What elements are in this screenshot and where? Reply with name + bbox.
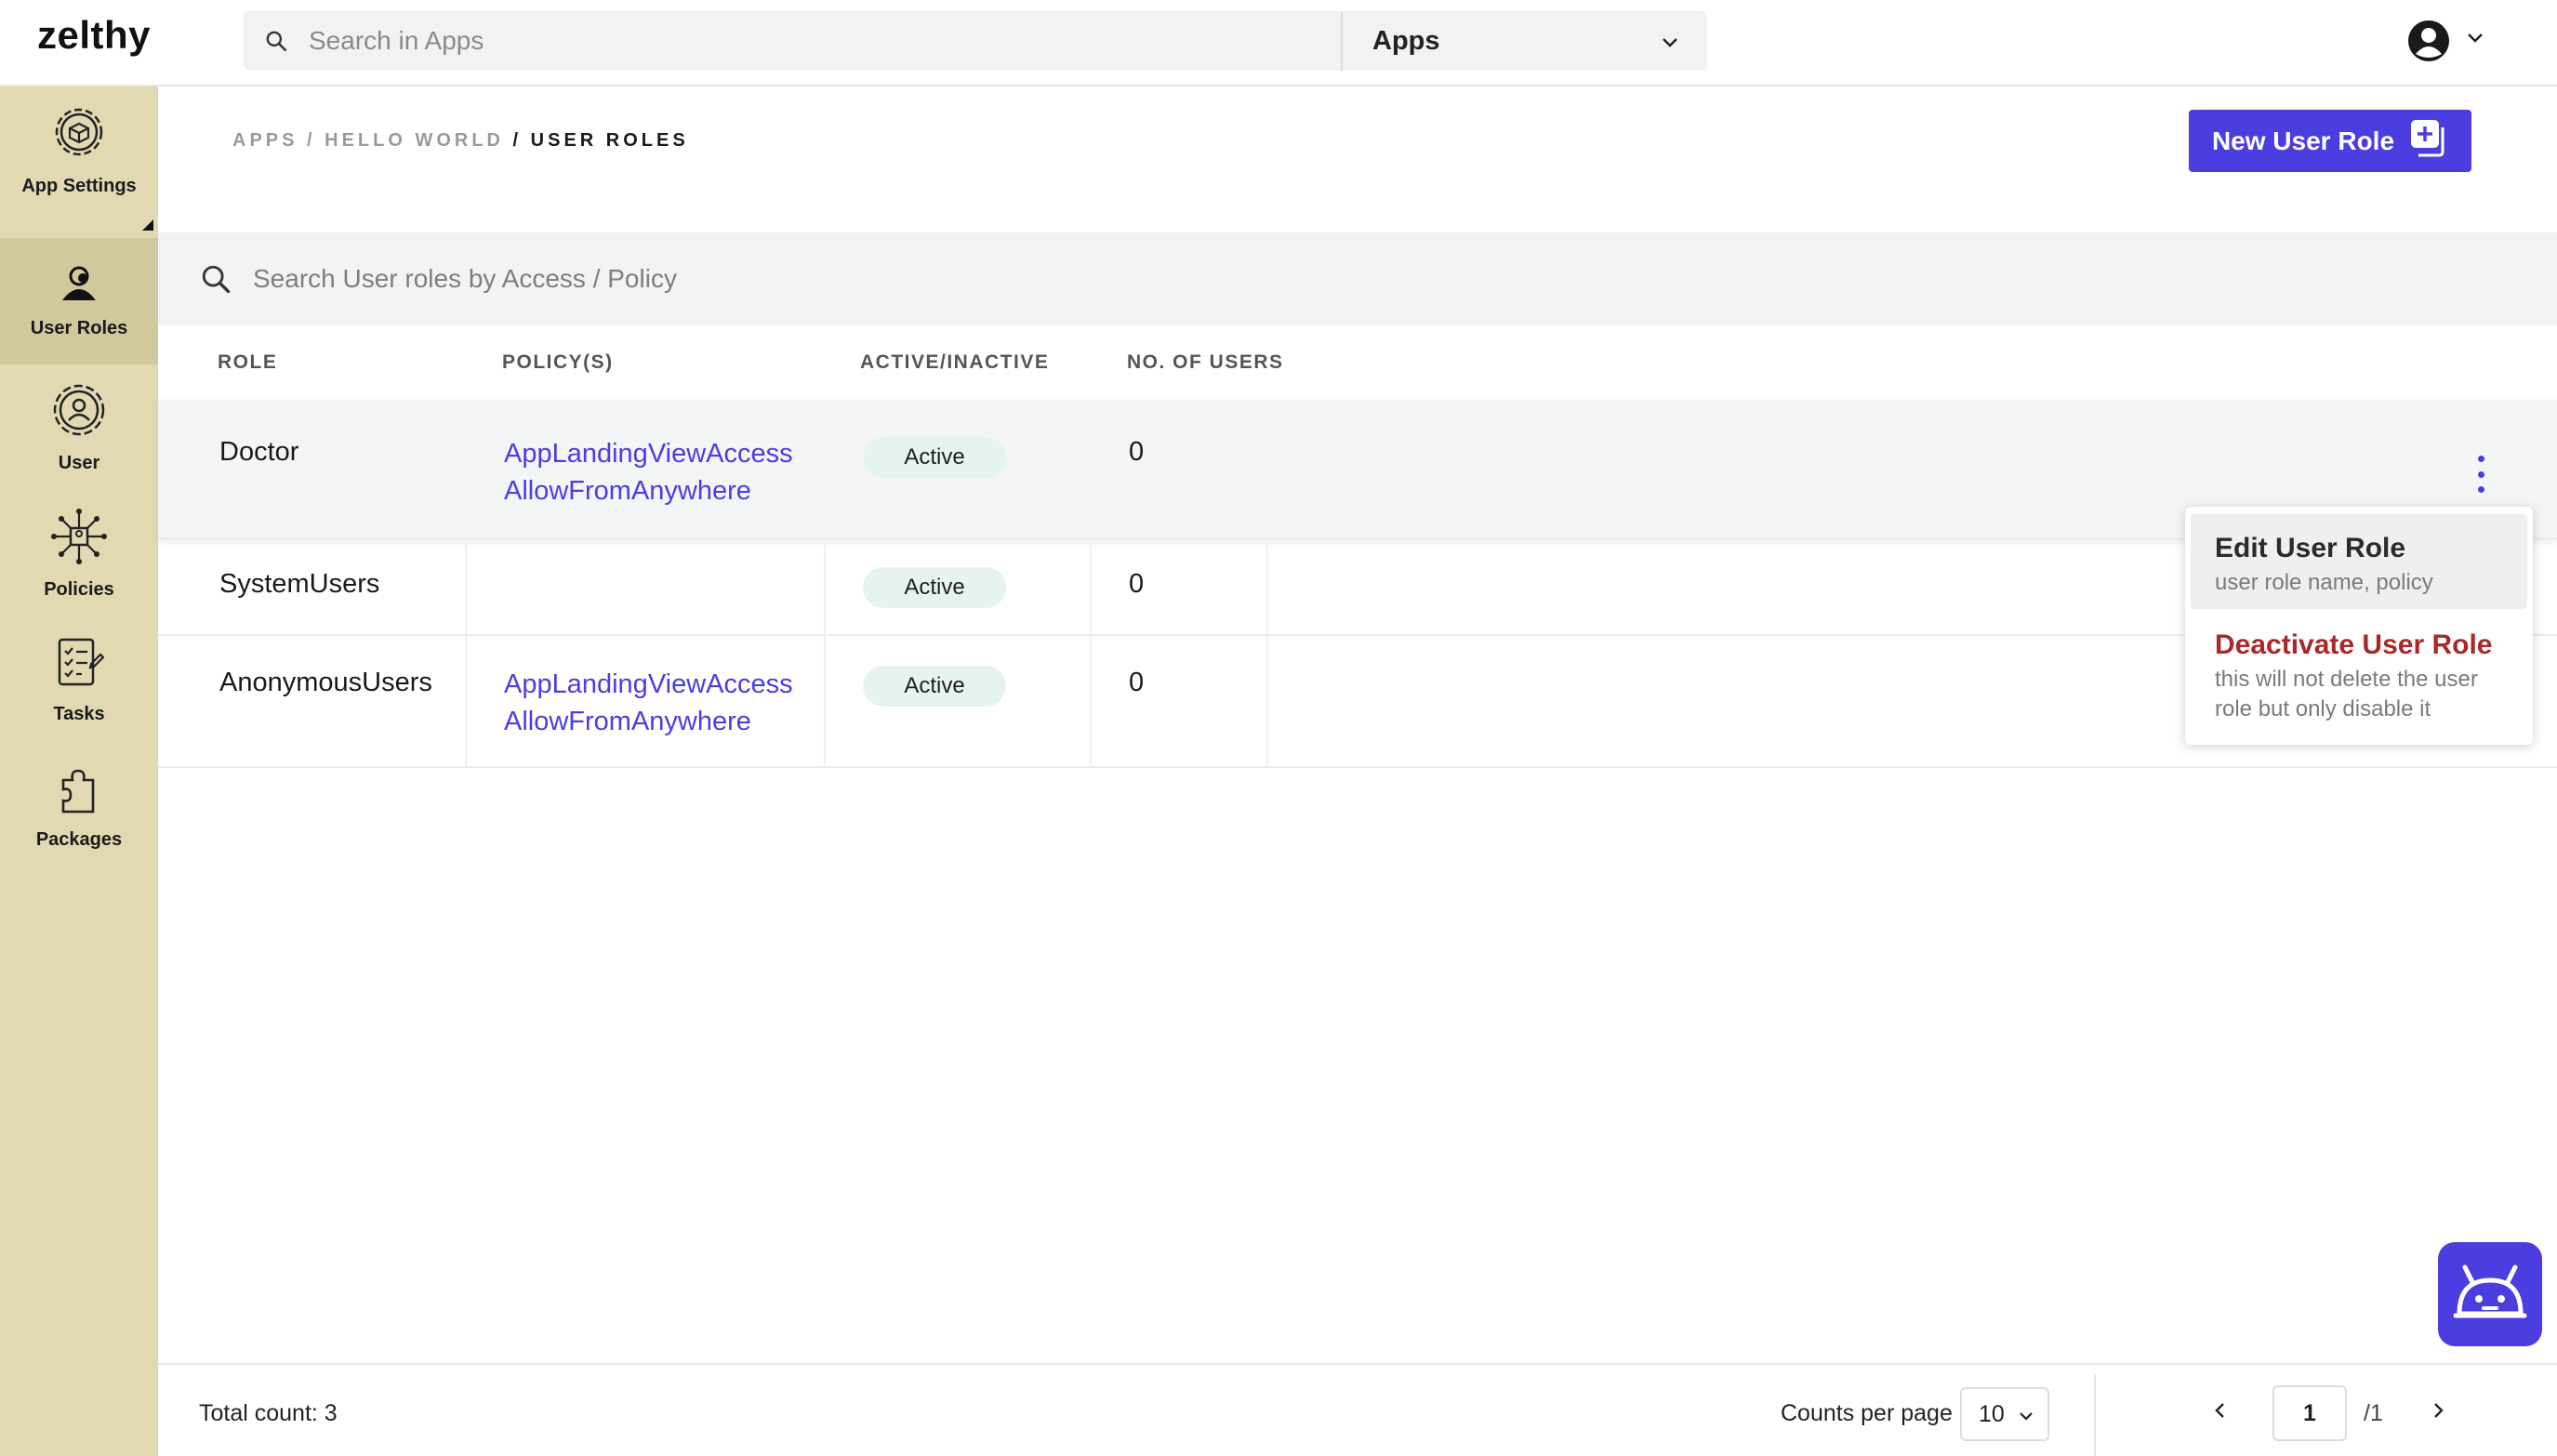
role-name: Doctor [219, 437, 299, 467]
status-badge: Active [863, 567, 1006, 608]
breadcrumb-current: / USER ROLES [504, 130, 689, 151]
sidebar-item-label: Packages [35, 829, 123, 850]
page-total: /1 [2364, 1400, 2383, 1426]
status-badge: Active [863, 437, 1006, 478]
status-badge: Active [863, 666, 1006, 707]
sidebar-item-app-settings[interactable]: App Settings [0, 86, 158, 213]
policy-link[interactable]: AllowFromAnywhere [504, 703, 793, 740]
user-gear-icon [50, 381, 108, 443]
search-scope-value: Apps [1372, 25, 1440, 56]
breadcrumb: APPS / HELLO WORLD / USER ROLES [232, 130, 689, 152]
column-divider [824, 539, 826, 768]
counts-per-page-select[interactable]: 10 [1960, 1387, 2049, 1441]
column-divider [1090, 539, 1092, 768]
chevron-down-icon [1661, 26, 1679, 57]
top-bar: zelthy Apps [0, 0, 2557, 86]
policy-link[interactable]: AppLandingViewAccess [504, 435, 793, 472]
menu-item-description: this will not delete the user role but o… [2215, 667, 2478, 721]
edit-user-role-menu-item[interactable]: Edit User Role user role name, policy [2191, 514, 2527, 609]
search-icon [244, 29, 309, 53]
counts-per-page-value: 10 [1979, 1400, 2005, 1427]
puzzle-icon [56, 763, 102, 820]
search-icon [158, 263, 253, 295]
table-search-input[interactable] [253, 264, 1648, 294]
assistant-bot-button[interactable] [2438, 1242, 2542, 1346]
policy-link[interactable]: AppLandingViewAccess [504, 666, 793, 703]
policy-list: AppLandingViewAccess AllowFromAnywhere [504, 435, 793, 510]
user-avatar-icon[interactable] [2406, 19, 2451, 63]
column-divider [1266, 539, 1268, 768]
corner-marker [142, 219, 153, 231]
deactivate-user-role-menu-item[interactable]: Deactivate User Role this will not delet… [2191, 611, 2527, 741]
new-user-role-label: New User Role [2211, 126, 2395, 155]
table-search[interactable] [158, 232, 2557, 325]
breadcrumb-parent[interactable]: APPS / HELLO WORLD [232, 130, 504, 151]
sidebar-item-label: Tasks [53, 704, 105, 724]
chevron-down-icon[interactable] [2466, 32, 2484, 49]
user-count: 0 [1129, 437, 1145, 467]
column-header-status[interactable]: ACTIVE/INACTIVE [860, 351, 1049, 374]
user-count: 0 [1129, 569, 1145, 599]
column-header-role[interactable]: ROLE [218, 351, 277, 374]
role-name: AnonymousUsers [219, 668, 432, 697]
sidebar-item-packages[interactable]: Packages [0, 744, 158, 870]
sidebar-item-label: User Roles [30, 318, 128, 338]
new-user-role-button[interactable]: New User Role [2189, 110, 2471, 172]
chevron-down-icon [2018, 1401, 2034, 1428]
column-header-policies[interactable]: POLICY(S) [502, 351, 614, 374]
global-search-input[interactable] [309, 26, 1313, 56]
page-number-input[interactable]: 1 [2272, 1385, 2347, 1441]
sidebar-item-user[interactable]: User [0, 364, 158, 491]
sidebar-item-label: Policies [44, 579, 114, 600]
footer-divider [2094, 1374, 2096, 1456]
chevron-left-icon[interactable] [2213, 1400, 2228, 1425]
total-count: Total count: 3 [199, 1400, 338, 1426]
user-role-icon [57, 263, 101, 309]
menu-item-description: user role name, policy [2215, 570, 2433, 595]
row-more-options-icon[interactable] [2473, 456, 2488, 493]
global-search[interactable] [244, 11, 1341, 71]
sidebar-item-tasks[interactable]: Tasks [0, 617, 158, 744]
counts-per-page-label: Counts per page [1781, 1400, 1953, 1426]
table-footer: Total count: 3 Counts per page 10 1 /1 [158, 1363, 2557, 1456]
sidebar-item-user-roles[interactable]: User Roles [0, 238, 158, 364]
robot-icon [2452, 1260, 2528, 1330]
search-scope-select[interactable]: Apps [1341, 11, 1707, 71]
column-divider [465, 539, 467, 768]
policy-list: AppLandingViewAccess AllowFromAnywhere [504, 666, 793, 740]
sidebar: App Settings User Roles User Policies Ta… [0, 86, 158, 1456]
chevron-right-icon[interactable] [2431, 1400, 2445, 1425]
role-name: SystemUsers [219, 569, 380, 599]
sidebar-item-label: User [58, 453, 100, 473]
row-action-menu: Edit User Role user role name, policy De… [2185, 507, 2533, 745]
menu-item-title: Deactivate User Role [2215, 629, 2493, 660]
column-header-users[interactable]: NO. OF USERS [1127, 351, 1284, 374]
policy-link[interactable]: AllowFromAnywhere [504, 472, 793, 510]
user-count: 0 [1129, 668, 1145, 697]
menu-item-title: Edit User Role [2215, 533, 2406, 563]
app-logo[interactable]: zelthy [37, 13, 151, 58]
sidebar-item-policies[interactable]: Policies [0, 491, 158, 617]
sidebar-item-label: App Settings [21, 176, 137, 196]
task-list-icon [54, 636, 105, 695]
gear-box-icon [49, 102, 109, 166]
add-square-icon [2409, 118, 2448, 164]
policy-network-icon [50, 508, 108, 570]
